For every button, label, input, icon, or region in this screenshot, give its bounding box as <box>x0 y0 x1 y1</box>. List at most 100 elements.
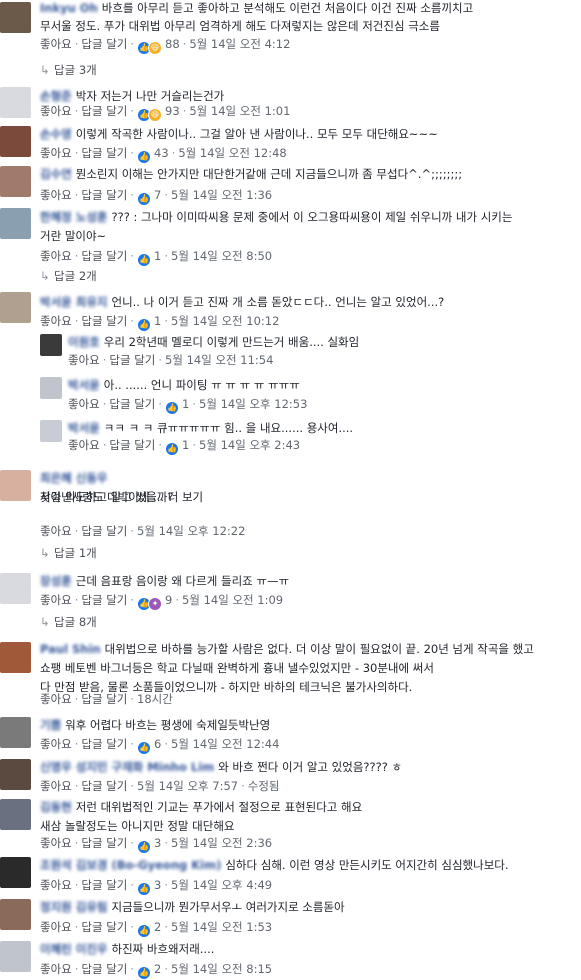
commenter-name[interactable]: Paul Shin <box>40 642 101 656</box>
commenter-name[interactable]: 박서윤 <box>68 378 100 392</box>
avatar[interactable] <box>0 573 31 604</box>
reply-link[interactable]: 답글 달기 <box>81 104 127 118</box>
like-link[interactable]: 좋아요 <box>40 146 72 160</box>
reply-link[interactable]: 답글 달기 <box>81 524 127 538</box>
commenter-name[interactable]: 기쁨 <box>40 718 61 732</box>
reply-link[interactable]: 답글 달기 <box>109 438 155 452</box>
like-link[interactable]: 좋아요 <box>40 249 72 263</box>
commenter-name[interactable]: 김동현 <box>40 800 72 814</box>
avatar[interactable] <box>40 420 62 442</box>
commenter-name[interactable]: 이원호 <box>68 335 100 349</box>
commenter-name[interactable]: 최은혜 신동우 <box>40 471 107 485</box>
like-link[interactable]: 좋아요 <box>40 104 72 118</box>
like-link[interactable]: 좋아요 <box>40 920 72 934</box>
reply-link[interactable]: 답글 달기 <box>81 779 127 793</box>
timestamp[interactable]: 5월 14일 오전 1:53 <box>171 920 272 934</box>
timestamp[interactable]: 5월 14일 오전 8:15 <box>171 962 272 976</box>
reply-link[interactable]: 답글 달기 <box>81 37 127 51</box>
reply-link[interactable]: 답글 달기 <box>81 836 127 850</box>
timestamp[interactable]: 5월 14일 오전 2:36 <box>171 836 272 850</box>
like-link[interactable]: 좋아요 <box>68 438 100 452</box>
avatar[interactable] <box>40 377 62 399</box>
reactions[interactable]: 👍 ✦ <box>137 594 163 611</box>
avatar[interactable] <box>0 292 31 323</box>
timestamp[interactable]: 5월 14일 오전 12:48 <box>178 146 286 160</box>
view-replies-link[interactable]: ↳ 답글 1개 <box>40 545 97 561</box>
avatar[interactable] <box>0 126 31 157</box>
timestamp[interactable]: 5월 14일 오전 11:54 <box>165 353 273 367</box>
commenter-name[interactable]: 이혜린 이진우 <box>40 942 107 956</box>
avatar[interactable] <box>0 208 31 239</box>
commenter-name[interactable]: 김수연 <box>40 167 72 181</box>
edited-label[interactable]: 수정됨 <box>248 779 280 793</box>
like-link[interactable]: 좋아요 <box>40 962 72 976</box>
commenter-name[interactable]: 정지원 김유림 <box>40 900 107 914</box>
reactions[interactable]: 👍 <box>137 315 152 332</box>
like-link[interactable]: 좋아요 <box>68 397 100 411</box>
commenter-name[interactable]: 박서윤 <box>68 421 100 435</box>
reply-link[interactable]: 답글 달기 <box>109 397 155 411</box>
reply-link[interactable]: 답글 달기 <box>81 920 127 934</box>
like-link[interactable]: 좋아요 <box>40 779 72 793</box>
timestamp[interactable]: 5월 14일 오전 4:12 <box>189 37 290 51</box>
timestamp[interactable]: 5월 14일 오후 7:57 <box>137 779 238 793</box>
commenter-name[interactable]: 손수영 <box>40 127 72 141</box>
timestamp[interactable]: 18시간 <box>137 692 173 706</box>
like-link[interactable]: 좋아요 <box>40 37 72 51</box>
view-replies-link[interactable]: ↳ 답글 2개 <box>40 268 97 284</box>
avatar[interactable] <box>0 941 31 972</box>
timestamp[interactable]: 5월 14일 오후 4:49 <box>171 878 272 892</box>
reactions[interactable]: 👍 <box>137 738 152 755</box>
reactions[interactable]: 👍 😆 <box>137 38 163 55</box>
avatar[interactable] <box>0 857 31 888</box>
like-link[interactable]: 좋아요 <box>40 878 72 892</box>
avatar[interactable] <box>0 470 31 501</box>
commenter-name[interactable]: Inkyu Oh <box>40 1 98 15</box>
timestamp[interactable]: 5월 14일 오전 10:12 <box>171 314 279 328</box>
like-link[interactable]: 좋아요 <box>40 692 72 706</box>
reply-link[interactable]: 답글 달기 <box>81 878 127 892</box>
timestamp[interactable]: 5월 14일 오전 1:36 <box>171 188 272 202</box>
reactions[interactable]: 👍 <box>137 250 152 267</box>
timestamp[interactable]: 5월 14일 오전 12:44 <box>171 737 279 751</box>
reactions[interactable]: 👍 😆 <box>137 105 163 122</box>
commenter-name[interactable]: 손형준 <box>40 89 72 103</box>
avatar[interactable] <box>40 334 62 356</box>
like-link[interactable]: 좋아요 <box>68 353 100 367</box>
avatar[interactable] <box>0 717 31 748</box>
reply-link[interactable]: 답글 달기 <box>81 962 127 976</box>
commenter-name[interactable]: 한혜정 노성훈 <box>40 210 107 224</box>
reply-link[interactable]: 답글 달기 <box>81 146 127 160</box>
avatar[interactable] <box>0 642 31 673</box>
like-link[interactable]: 좋아요 <box>40 188 72 202</box>
reactions[interactable]: 👍 <box>165 439 180 456</box>
like-link[interactable]: 좋아요 <box>40 593 72 607</box>
like-link[interactable]: 좋아요 <box>40 836 72 850</box>
timestamp[interactable]: 5월 14일 오전 8:50 <box>171 249 272 263</box>
avatar[interactable] <box>0 759 31 790</box>
avatar[interactable] <box>0 87 31 118</box>
reactions[interactable]: 👍 <box>137 189 152 206</box>
commenter-name[interactable]: 신명우 성지민 구재화 Minho Lim <box>40 760 214 774</box>
reply-link[interactable]: 답글 달기 <box>81 188 127 202</box>
reply-link[interactable]: 답글 달기 <box>81 737 127 751</box>
like-link[interactable]: 좋아요 <box>40 524 72 538</box>
reactions[interactable]: 👍 <box>137 837 152 854</box>
reply-link[interactable]: 답글 달기 <box>109 353 155 367</box>
view-replies-link[interactable]: ↳ 답글 8개 <box>40 614 97 630</box>
avatar[interactable] <box>0 899 31 930</box>
commenter-name[interactable]: 장성훈 <box>40 574 72 588</box>
reactions[interactable]: 👍 <box>137 147 152 164</box>
commenter-name[interactable]: 조원석 김보경 (Bo-Gyeong Kim) <box>40 858 221 872</box>
reactions[interactable]: 👍 <box>165 398 180 415</box>
avatar[interactable] <box>0 799 31 830</box>
reply-link[interactable]: 답글 달기 <box>81 593 127 607</box>
view-replies-link[interactable]: ↳ 답글 3개 <box>40 62 97 78</box>
timestamp[interactable]: 5월 14일 오후 2:43 <box>199 438 300 452</box>
reactions[interactable]: 👍 <box>137 921 152 938</box>
reply-link[interactable]: 답글 달기 <box>81 249 127 263</box>
commenter-name[interactable]: 박서윤 최유지 <box>40 295 107 309</box>
timestamp[interactable]: 5월 14일 오전 1:01 <box>189 104 290 118</box>
timestamp[interactable]: 5월 14일 오후 12:53 <box>199 397 307 411</box>
reactions[interactable]: 👍 <box>137 963 152 980</box>
